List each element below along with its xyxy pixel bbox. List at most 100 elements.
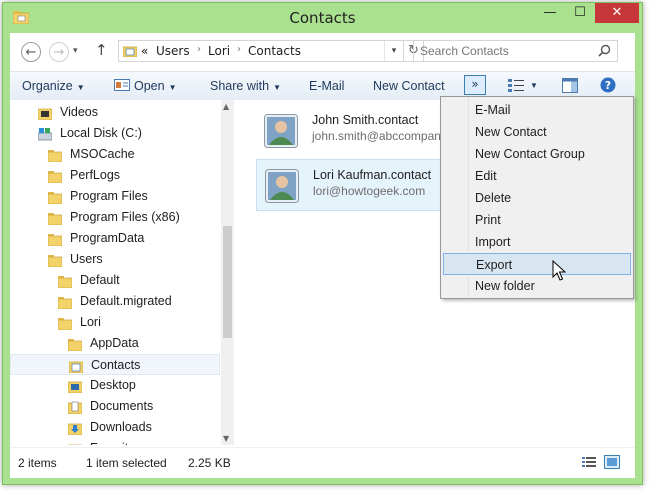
menu-item-print[interactable]: Print [443, 209, 631, 231]
nav-item[interactable]: Users [10, 249, 220, 270]
nav-item[interactable]: MSOCache [10, 144, 220, 165]
navigation-pane: Videos Local Disk (C:) MSOCache PerfLogs Pro… [10, 100, 234, 445]
menu-item-new-contact[interactable]: New Contact [443, 121, 631, 143]
share-with-button[interactable]: Share with ▼ [210, 77, 281, 95]
contact-name: Lori Kaufman.contact [313, 168, 432, 182]
contact-item[interactable]: Lori Kaufman.contact lori@howtogeek.com [256, 159, 446, 211]
nav-item[interactable]: Program Files [10, 186, 220, 207]
documents-folder-icon [67, 400, 83, 415]
breadcrumb-users[interactable]: Users [156, 44, 190, 58]
nav-item[interactable]: Favorites [10, 438, 220, 445]
chevron-down-icon: ▼ [273, 83, 281, 92]
desktop-folder-icon [67, 379, 83, 394]
menu-item-new-folder[interactable]: New folder [443, 275, 631, 297]
menu-item-label: Import [475, 235, 511, 249]
search-box[interactable] [413, 40, 618, 62]
menu-item-label: New folder [475, 279, 535, 293]
more-commands-button[interactable]: » [464, 75, 486, 95]
menu-item-new-contact-group[interactable]: New Contact Group [443, 143, 631, 165]
breadcrumb-overflow[interactable]: « [141, 44, 148, 58]
change-view-icon[interactable] [507, 78, 525, 93]
contact-email: john.smith@abccompan [312, 129, 441, 143]
nav-item-label: Desktop [90, 378, 136, 392]
new-contact-button[interactable]: New Contact [373, 77, 445, 95]
folder-icon [57, 316, 73, 331]
address-dropdown[interactable]: ▾ [384, 41, 403, 61]
breadcrumb-separator[interactable]: › [197, 44, 201, 55]
nav-item[interactable]: Contacts [10, 354, 220, 375]
nav-item[interactable]: Program Files (x86) [10, 207, 220, 228]
search-input[interactable] [420, 42, 590, 59]
folder-icon [57, 295, 73, 310]
scroll-down-arrow-icon[interactable]: ▼ [223, 434, 229, 443]
nav-item[interactable]: Desktop [10, 375, 220, 396]
view-options-chevron-icon[interactable]: ▼ [530, 77, 538, 95]
close-button[interactable]: ✕ [595, 3, 639, 23]
email-button[interactable]: E-Mail [309, 77, 344, 95]
address-bar: ← → ▾ ↑ « Users › Lori › Contacts ▾ ↻ [10, 33, 635, 71]
more-commands-menu: E-Mail New Contact New Contact Group Edit De… [440, 96, 634, 299]
nav-item[interactable]: Local Disk (C:) [10, 123, 220, 144]
forward-button[interactable]: → [49, 42, 69, 62]
menu-item-delete[interactable]: Delete [443, 187, 631, 209]
nav-item[interactable]: Lori [10, 312, 220, 333]
up-button[interactable]: ↑ [95, 41, 108, 59]
breadcrumb[interactable]: « Users › Lori › Contacts ▾ [118, 40, 404, 62]
scrollbar-thumb[interactable] [223, 226, 232, 338]
open-contact-icon [114, 79, 130, 91]
search-icon[interactable] [598, 44, 611, 57]
status-bar: 2 items 1 item selected 2.25 KB [10, 447, 635, 478]
folder-icon [47, 148, 63, 163]
nav-item-label: Contacts [91, 358, 141, 372]
selection-size: 2.25 KB [188, 456, 231, 470]
nav-item[interactable]: Default.migrated [10, 291, 220, 312]
nav-item[interactable]: Videos [10, 102, 220, 123]
contact-avatar-icon [264, 114, 298, 148]
maximize-button[interactable]: ☐ [565, 3, 595, 23]
breadcrumb-contacts[interactable]: Contacts [248, 44, 301, 58]
nav-item-label: Favorites [90, 438, 141, 445]
menu-item-e-mail[interactable]: E-Mail [443, 99, 631, 121]
nav-item[interactable]: AppData [10, 333, 220, 354]
help-icon[interactable]: ? [600, 77, 616, 93]
nav-item-label: ProgramData [70, 231, 145, 245]
nav-item-label: Downloads [90, 420, 152, 434]
large-icons-view-icon[interactable] [604, 455, 620, 469]
menu-item-label: New Contact [475, 125, 547, 139]
open-button[interactable]: Open ▼ [134, 77, 177, 95]
menu-item-edit[interactable]: Edit [443, 165, 631, 187]
nav-item-label: Local Disk (C:) [60, 126, 142, 140]
nav-item-label: AppData [90, 336, 139, 350]
minimize-button[interactable]: — [535, 3, 565, 23]
menu-item-import[interactable]: Import [443, 231, 631, 253]
details-view-icon[interactable] [581, 455, 597, 469]
nav-item[interactable]: Downloads [10, 417, 220, 438]
folder-icon [47, 211, 63, 226]
navigation-scrollbar[interactable]: ▲ ▼ [221, 100, 234, 445]
folder-icon [47, 190, 63, 205]
nav-item-label: Lori [80, 315, 101, 329]
preview-pane-icon[interactable] [562, 78, 578, 93]
breadcrumb-lori[interactable]: Lori [208, 44, 230, 58]
menu-item-export[interactable]: Export [443, 253, 631, 275]
back-button[interactable]: ← [21, 42, 41, 62]
nav-item[interactable]: Documents [10, 396, 220, 417]
nav-item[interactable]: ProgramData [10, 228, 220, 249]
item-count: 2 items [18, 456, 57, 470]
contacts-folder-icon [123, 46, 137, 57]
contact-item[interactable]: John Smith.contact john.smith@abccompan [256, 105, 446, 157]
breadcrumb-separator[interactable]: › [237, 44, 241, 55]
title-bar[interactable]: Contacts — ☐ ✕ [3, 3, 642, 33]
contact-email: lori@howtogeek.com [313, 184, 426, 198]
organize-button[interactable]: Organize ▼ [22, 77, 85, 95]
nav-item[interactable]: Default [10, 270, 220, 291]
chevron-down-icon: ▼ [76, 83, 85, 92]
nav-item[interactable]: PerfLogs [10, 165, 220, 186]
menu-item-label: E-Mail [475, 103, 511, 117]
folder-icon [47, 232, 63, 247]
folder-icon [47, 169, 63, 184]
menu-item-label: Delete [475, 191, 512, 205]
nav-item-label: Documents [90, 399, 154, 413]
scroll-up-arrow-icon[interactable]: ▲ [223, 102, 229, 111]
recent-locations-dropdown[interactable]: ▾ [73, 46, 78, 56]
